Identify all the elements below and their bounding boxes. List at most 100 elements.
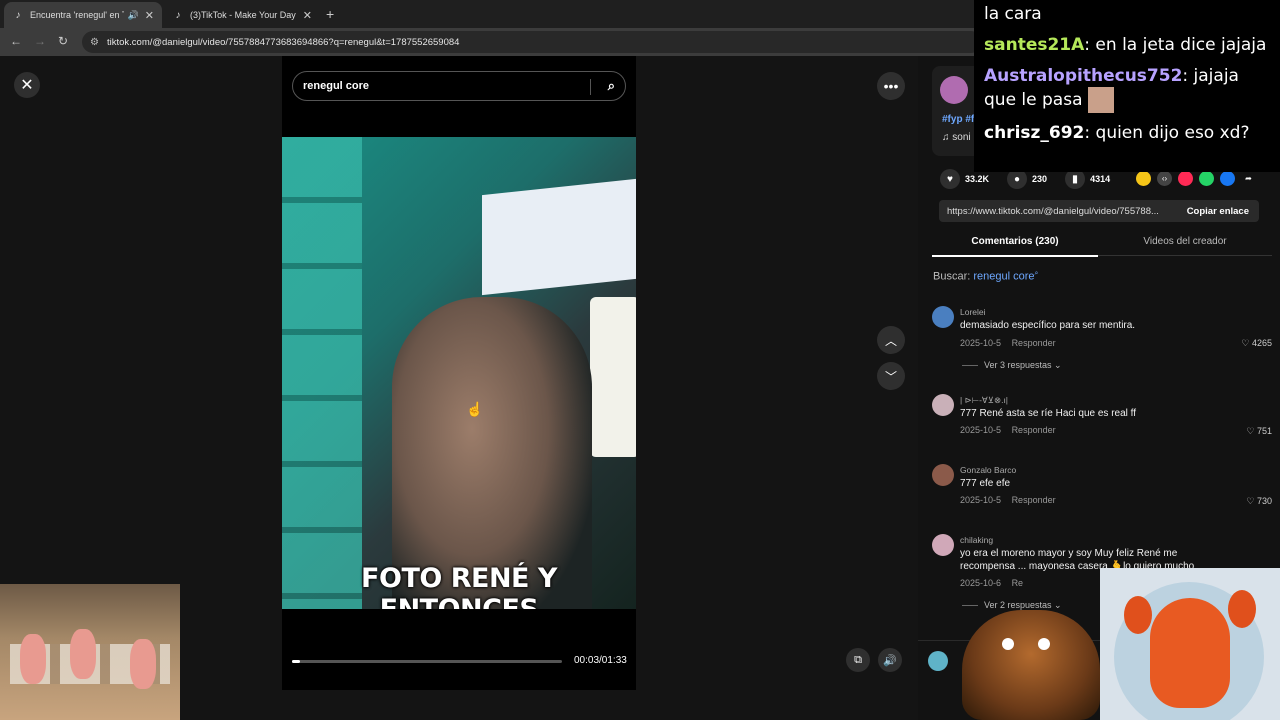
more-icon[interactable]: •••	[877, 72, 905, 100]
speaker-icon[interactable]: 🔊	[128, 10, 139, 21]
isopod-sticker	[962, 610, 1100, 720]
video-shelf	[282, 137, 362, 609]
view-replies-button[interactable]: Ver 3 respuestas ⌄	[962, 360, 1062, 371]
comment-text: 777 René asta se ríe Haci que es real ff	[960, 408, 1137, 419]
comment-meta: 2025-10-6 Re	[960, 578, 1023, 588]
share-buttons: ‹› ➦	[1136, 171, 1262, 186]
reply-button[interactable]: Responder	[1012, 425, 1056, 435]
tiktok-icon: ♪	[175, 9, 181, 21]
comment-user[interactable]: chilaking	[960, 535, 993, 545]
chat-message: la cara	[984, 4, 1270, 25]
avatar[interactable]	[932, 394, 954, 416]
video-chat-panel	[590, 297, 636, 457]
chat-text: : quien dijo eso xd?	[1084, 123, 1250, 143]
comment-user[interactable]: Gonzalo Barco	[960, 465, 1016, 475]
tab-comments[interactable]: Comentarios (230)	[932, 236, 1098, 257]
comment-like[interactable]: ♡ 730	[1246, 496, 1272, 507]
comment-search: Buscar: renegul core⌕	[933, 270, 1038, 283]
like-count: 33.2K	[965, 174, 990, 184]
chevron-up-icon[interactable]: ︿	[877, 326, 905, 354]
close-tab-icon[interactable]: ✕	[145, 9, 154, 22]
reply-button[interactable]: Responder	[1012, 338, 1056, 348]
chat-user: Australopithecus752	[984, 66, 1183, 86]
save-button[interactable]: ▮ 4314	[1065, 169, 1110, 189]
avatar[interactable]	[932, 306, 954, 328]
avatar[interactable]	[928, 651, 948, 671]
search-icon: ⌕	[1034, 270, 1039, 277]
chevron-down-icon[interactable]: ﹀	[877, 362, 905, 390]
reload-icon[interactable]: ↻	[58, 34, 68, 48]
sticker-eye	[1002, 638, 1014, 650]
facebook-icon[interactable]	[1220, 171, 1235, 186]
search-divider	[590, 79, 591, 95]
avatar[interactable]	[940, 76, 968, 104]
video-caption: FOTO RENÉ Y ENTONCES	[361, 563, 557, 609]
progress-bar[interactable]	[292, 660, 562, 663]
engagement-stats: ♥ 33.2K ● 230 ▮ 4314	[940, 169, 1128, 189]
chat-message: santes21A: en la jeta dice jajaja	[984, 35, 1270, 56]
tiktok-icon: ♪	[15, 9, 21, 21]
sticker-claw	[1228, 590, 1256, 628]
sound-link[interactable]: ♫ soni	[942, 132, 971, 143]
search-icon[interactable]: ⌕	[608, 78, 615, 94]
comment-user[interactable]: Lorelei	[960, 307, 986, 317]
view-replies-button[interactable]: Ver 2 respuestas ⌄	[962, 600, 1062, 611]
address-bar[interactable]: ⚙ tiktok.com/@danielgul/video/7557884773…	[82, 31, 982, 53]
url-text: tiktok.com/@danielgul/video/755788477368…	[106, 36, 460, 48]
back-icon[interactable]: ←	[10, 34, 22, 48]
comment-like[interactable]: ♡ 751	[1246, 426, 1272, 437]
reply-button[interactable]: Responder	[1012, 495, 1056, 505]
search-prefix: Buscar:	[933, 270, 971, 283]
new-tab-button[interactable]: +	[326, 6, 334, 22]
share-arrow-icon[interactable]: ➦	[1241, 171, 1256, 186]
comment-date: 2025-10-5	[960, 425, 1002, 435]
avatar[interactable]	[932, 534, 954, 556]
comment-like[interactable]: ♡ 4265	[1241, 338, 1272, 349]
video-player[interactable]: FOTO RENÉ Y ENTONCES	[282, 137, 636, 609]
comment-text: demasiado específico para ser mentira.	[960, 320, 1136, 331]
comment-icon: ●	[1007, 169, 1028, 189]
sticker-shrimp-body	[1150, 598, 1230, 708]
comment-date: 2025-10-5	[960, 338, 1002, 348]
browser-tab-active[interactable]: ♪ Encuentra 'renegul' en TikTo 🔊 ✕	[4, 2, 162, 28]
whatsapp-icon[interactable]	[1199, 171, 1214, 186]
shrimp-figure	[70, 629, 96, 679]
friends-share-icon[interactable]	[1136, 171, 1151, 186]
save-count: 4314	[1090, 174, 1111, 184]
video-tags[interactable]: #fyp #f	[942, 114, 974, 125]
like-button[interactable]: ♥ 33.2K	[940, 169, 989, 189]
volume-icon[interactable]: 🔊	[878, 648, 902, 672]
chat-message: Australopithecus752: jajaja que le pasa	[984, 66, 1270, 113]
search-input[interactable]: renegul core ⌕	[292, 71, 626, 101]
site-info-icon[interactable]: ⚙	[90, 37, 99, 48]
tab-creator-videos[interactable]: Videos del creador	[1102, 236, 1268, 247]
hand-cursor-icon: ☝	[466, 401, 484, 417]
close-icon[interactable]: ✕	[14, 72, 40, 98]
pip-icon[interactable]: ⧉	[846, 648, 870, 672]
comment-date: 2025-10-5	[960, 495, 1002, 505]
chat-user: chrisz_692	[984, 123, 1085, 143]
copy-link-button[interactable]: Copiar enlace	[1177, 206, 1259, 217]
chat-user: santes21A	[984, 35, 1085, 55]
comment-user[interactable]: | ⊳⊢-∀⊻⊗.ı|	[960, 395, 1008, 406]
close-tab-icon[interactable]: ✕	[303, 9, 312, 22]
video-link[interactable]: https://www.tiktok.com/@danielgul/video/…	[939, 206, 1177, 217]
view-replies-label: Ver 2 respuestas	[984, 600, 1052, 610]
browser-tab[interactable]: ♪ (3)TikTok - Make Your Day ✕	[164, 2, 320, 28]
view-replies-label: Ver 3 respuestas	[984, 360, 1052, 370]
comment-button[interactable]: ● 230	[1007, 169, 1047, 189]
stream-chat-overlay: la cara santes21A: en la jeta dice jajaj…	[974, 0, 1280, 172]
reply-button[interactable]: Re	[1012, 578, 1024, 588]
forward-icon[interactable]: →	[34, 34, 46, 48]
avatar[interactable]	[932, 464, 954, 486]
sticker-eye	[1038, 638, 1050, 650]
emote-icon	[1088, 87, 1115, 113]
send-icon[interactable]	[1178, 171, 1193, 186]
comment-meta: 2025-10-5 Responder	[960, 338, 1056, 348]
timecode: 00:03/01:33	[574, 655, 627, 666]
bookmark-icon: ▮	[1065, 169, 1086, 189]
shrimp-figure	[130, 639, 156, 689]
embed-icon[interactable]: ‹›	[1157, 171, 1172, 186]
sticker-claw	[1124, 596, 1152, 634]
search-suggestion[interactable]: renegul core	[973, 271, 1034, 283]
